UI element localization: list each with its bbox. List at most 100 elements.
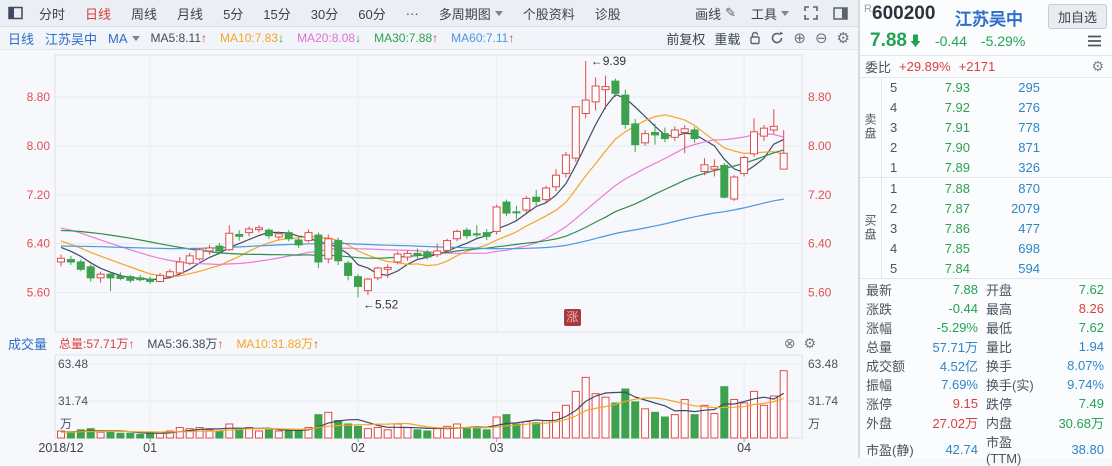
stat-row: 市盈(静)42.74市盈(TTM)38.80 (860, 432, 1112, 466)
y-axis-label: 7.20 (27, 188, 51, 202)
zoom-in-icon[interactable]: ⊕ (793, 31, 806, 46)
y-axis-label: 8.00 (27, 139, 51, 153)
gear-icon[interactable]: ⚙ (803, 336, 816, 350)
list-icon[interactable] (1087, 35, 1102, 47)
ask-row[interactable]: 27.90871 (882, 140, 1112, 155)
refresh-icon[interactable] (770, 31, 784, 45)
ma-legend-item: MA60:7.11↑ (451, 31, 514, 45)
lock-icon[interactable] (749, 31, 761, 45)
add-to-watchlist-button[interactable]: 加自选 (1048, 4, 1107, 29)
ma-legend-item: MA5:8.11↑ (151, 31, 207, 45)
stat-row: 成交额4.52亿换手8.07% (860, 356, 1112, 375)
stock-name-label: 江苏吴中 (45, 29, 97, 48)
candles (58, 61, 788, 297)
tab-···[interactable]: ··· (396, 6, 429, 21)
price-change-pct: -5.29% (981, 33, 1025, 49)
ask-book: 卖盘 57.93295 47.92276 37.91778 27.90871 17.89… (860, 77, 1112, 178)
weibi-label: 委比 (865, 57, 891, 76)
tab-分时[interactable]: 分时 (29, 4, 75, 23)
stat-row: 最新7.88开盘7.62 (860, 280, 1112, 299)
stock-name: 江苏吴中 (955, 5, 1023, 30)
bid-book: 买盘 17.88870 27.872079 37.86477 47.85698 57.8… (860, 178, 1112, 279)
tab-30分[interactable]: 30分 (301, 4, 348, 23)
y-axis-label: 6.40 (808, 237, 832, 251)
ask-row[interactable]: 47.92276 (882, 100, 1112, 115)
ask-side-label: 卖盘 (860, 77, 882, 177)
reload-button[interactable]: 重载 (714, 29, 740, 48)
bid-row[interactable]: 57.84594 (882, 261, 1112, 276)
indicator-header: 日线 江苏吴中 MA MA5:8.11↑MA10:7.83↓MA20:8.08↓… (0, 27, 858, 50)
right-panel-icon[interactable] (833, 7, 848, 20)
volume-axis-label: 31.74 (58, 394, 88, 408)
y-axis-label: 8.80 (808, 90, 832, 104)
ma-line-MA60 (61, 199, 784, 249)
y-axis-label: 8.00 (808, 139, 832, 153)
stat-row: 涨幅-5.29%最低7.62 (860, 318, 1112, 337)
gear-icon[interactable]: ⚙ (837, 31, 850, 46)
ask-row[interactable]: 17.89326 (882, 160, 1112, 175)
tab-多周期图[interactable]: 多周期图 (429, 4, 513, 23)
price-down-arrow (910, 34, 921, 47)
tab-诊股[interactable]: 诊股 (585, 4, 631, 23)
tab-60分[interactable]: 60分 (348, 4, 395, 23)
volume-ma5: MA5:36.38万↑ (147, 335, 223, 352)
tab-15分[interactable]: 15分 (253, 4, 300, 23)
y-axis-label: 7.20 (808, 188, 832, 202)
price-change: -0.44 (935, 33, 967, 49)
volume-unit-label: 万 (60, 417, 72, 431)
pencil-icon: ✎ (725, 5, 736, 21)
tab-日线[interactable]: 日线 (75, 4, 121, 23)
volume-axis-label: 63.48 (808, 357, 838, 371)
gear-icon[interactable]: ⚙ (1091, 58, 1104, 75)
tab-个股资料[interactable]: 个股资料 (513, 4, 585, 23)
tab-月线[interactable]: 月线 (167, 4, 213, 23)
bid-side-label: 买盘 (860, 178, 882, 278)
volume-title[interactable]: 成交量 (8, 334, 47, 353)
price-annotation: ←9.39 (591, 54, 627, 68)
chevron-down-icon (132, 36, 140, 41)
stat-row: 总量57.71万量比1.94 (860, 337, 1112, 356)
bid-row[interactable]: 27.872079 (882, 201, 1112, 216)
volume-total: 总量:57.71万↑ (59, 335, 134, 352)
ma-lines (61, 95, 784, 280)
weicha-value: +2171 (959, 59, 996, 74)
draw-line-button[interactable]: 画线✎ (695, 4, 736, 23)
fullscreen-icon[interactable] (804, 6, 818, 20)
stock-code: 600200 (872, 3, 935, 25)
bid-row[interactable]: 17.88870 (882, 181, 1112, 196)
bid-row[interactable]: 37.86477 (882, 221, 1112, 236)
chevron-down-icon (781, 11, 789, 16)
stats-table: 最新7.88开盘7.62涨跌-0.44最高8.26涨幅-5.29%最低7.62总… (860, 280, 1112, 456)
volume-header: 成交量 总量:57.71万↑ MA5:36.38万↑ MA10:31.88万↑ … (0, 333, 858, 353)
bid-row[interactable]: 47.85698 (882, 241, 1112, 256)
stock-header: R 600200 江苏吴中 加自选 (860, 0, 1112, 28)
quote-panel: R 600200 江苏吴中 加自选 7.88 -0.44 -5.29% 委比 +… (858, 0, 1112, 458)
tab-5分[interactable]: 5分 (213, 4, 253, 23)
x-axis-label: 01 (143, 441, 157, 455)
layout-icon[interactable] (8, 6, 23, 20)
y-axis-label: 6.40 (27, 237, 51, 251)
ask-row[interactable]: 37.91778 (882, 120, 1112, 135)
y-axis-label: 5.60 (27, 286, 51, 300)
ask-row[interactable]: 57.93295 (882, 80, 1112, 95)
ma-line-MA30 (61, 150, 784, 258)
close-icon[interactable]: ⊗ (784, 336, 796, 350)
ma-selector[interactable]: MA (108, 31, 140, 46)
tab-周线[interactable]: 周线 (121, 4, 167, 23)
volume-unit-label: 万 (808, 417, 820, 431)
tools-menu-button[interactable]: 工具 (751, 4, 789, 23)
period-toolbar: 分时日线周线月线5分15分30分60分···多周期图个股资料诊股 画线✎ 工具 (0, 0, 858, 27)
volume-ma10: MA10:31.88万↑ (236, 335, 319, 352)
ma-legend-item: MA20:8.08↓ (297, 31, 361, 45)
limit-up-badge: 涨 (564, 309, 581, 326)
last-price: 7.88 (870, 30, 907, 52)
period-label[interactable]: 日线 (8, 29, 34, 48)
x-axis-label: 03 (490, 441, 504, 455)
volume-axis-label: 31.74 (808, 394, 838, 408)
adjust-mode-button[interactable]: 前复权 (666, 29, 705, 48)
ma-legend-item: MA30:7.88↑ (374, 31, 438, 45)
y-axis-label: 8.80 (27, 90, 51, 104)
price-row: 7.88 -0.44 -5.29% (860, 28, 1112, 53)
zoom-out-icon[interactable]: ⊖ (815, 31, 828, 46)
kline-chart[interactable]: 8.808.808.008.007.207.206.406.405.605.60… (0, 0, 858, 458)
